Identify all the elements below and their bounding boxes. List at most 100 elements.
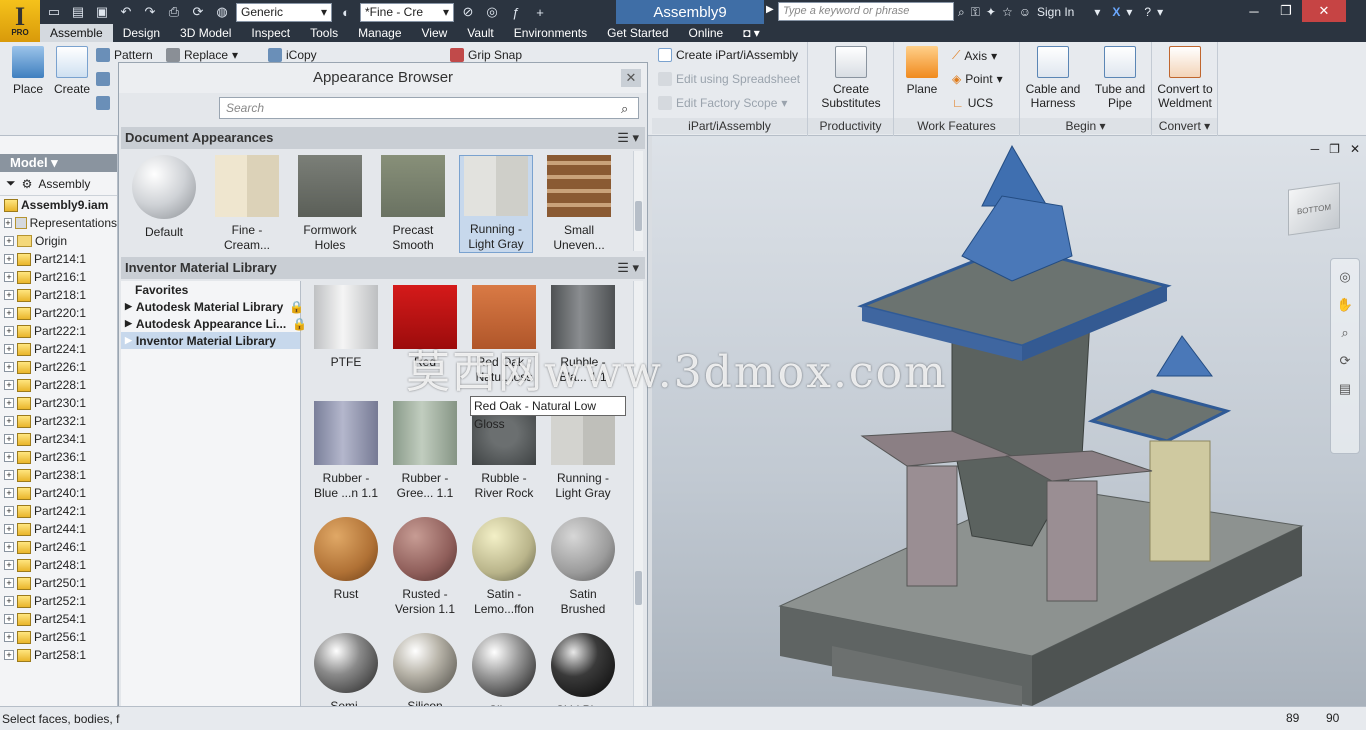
expand-arrow-icon[interactable]: ▶: [125, 301, 132, 312]
tree-item-part[interactable]: + Part242:1: [0, 502, 117, 520]
minimize-icon[interactable]: ─: [1238, 0, 1270, 22]
appearance-search-input[interactable]: Search: [219, 97, 639, 119]
library-inventor-material[interactable]: ▶ Inventor Material Library: [121, 332, 300, 349]
tab-assemble[interactable]: Assemble: [40, 24, 113, 42]
tab-environments[interactable]: Environments: [504, 24, 597, 42]
expand-icon[interactable]: +: [4, 578, 14, 588]
library-appearance-item[interactable]: Satin Brushed: [546, 517, 620, 629]
icopy-button[interactable]: iCopy: [268, 48, 317, 62]
tree-item-part[interactable]: + Part246:1: [0, 538, 117, 556]
expand-icon[interactable]: +: [4, 416, 14, 426]
tree-item-part[interactable]: + Part240:1: [0, 484, 117, 502]
expand-icon[interactable]: +: [4, 560, 14, 570]
library-appearance-item[interactable]: Rusted - Version 1.1: [388, 517, 462, 629]
library-header[interactable]: Inventor Material Library ☰ ▾: [121, 257, 645, 279]
expand-icon[interactable]: +: [4, 542, 14, 552]
tree-item-part[interactable]: + Part250:1: [0, 574, 117, 592]
library-appearance-item[interactable]: Rust: [309, 517, 383, 629]
redo-icon[interactable]: ↷: [140, 3, 160, 21]
tree-item-part[interactable]: + Part256:1: [0, 628, 117, 646]
convert-weldment-button[interactable]: Convert to Weldment: [1154, 46, 1216, 110]
expand-icon[interactable]: +: [4, 434, 14, 444]
tree-item-part[interactable]: + Part216:1: [0, 268, 117, 286]
document-appearance-item[interactable]: Running - Light Gray: [459, 155, 533, 253]
create-substitutes-button[interactable]: Create Substitutes: [816, 46, 886, 110]
expand-arrow-icon[interactable]: ▶: [125, 318, 132, 329]
star-icon[interactable]: ☆: [1002, 5, 1013, 19]
library-favorites[interactable]: Favorites: [121, 281, 300, 298]
open-file-icon[interactable]: ▤: [68, 3, 88, 21]
expand-icon[interactable]: +: [4, 650, 14, 660]
place-button[interactable]: Place: [8, 46, 48, 96]
tree-item-part[interactable]: + Part244:1: [0, 520, 117, 538]
document-scrollbar[interactable]: [633, 151, 643, 251]
exchange-icon[interactable]: X: [1112, 5, 1120, 19]
tab-manage[interactable]: Manage: [348, 24, 411, 42]
library-autodesk-appearance[interactable]: ▶ Autodesk Appearance Li... 🔒: [121, 315, 307, 332]
expand-icon[interactable]: +: [4, 398, 14, 408]
adjust-icon[interactable]: ◎: [482, 3, 502, 21]
key-icon[interactable]: ⚿: [971, 5, 980, 20]
document-appearance-item[interactable]: Precast Smooth: [376, 155, 450, 253]
edit-spreadsheet-button[interactable]: Edit using Spreadsheet: [658, 72, 800, 86]
satellite-icon[interactable]: ✦: [986, 5, 996, 19]
tab-inspect[interactable]: Inspect: [241, 24, 300, 42]
tab-3d-model[interactable]: 3D Model: [170, 24, 241, 42]
document-appearance-item[interactable]: Default: [127, 155, 201, 253]
tree-item-part[interactable]: + Part232:1: [0, 412, 117, 430]
assembly-view-label[interactable]: Assembly: [38, 177, 90, 191]
library-appearance-item[interactable]: PTFE: [309, 285, 383, 397]
tree-item-part[interactable]: + Part220:1: [0, 304, 117, 322]
tree-root[interactable]: Assembly9.iam: [0, 196, 117, 214]
axis-button[interactable]: ⟋ Axis ▾: [952, 48, 997, 63]
expand-icon[interactable]: +: [4, 326, 14, 336]
print-icon[interactable]: ⎙: [164, 3, 184, 21]
tree-item-part[interactable]: + Part226:1: [0, 358, 117, 376]
tree-item-part[interactable]: + Part254:1: [0, 610, 117, 628]
grip-snap-button[interactable]: Grip Snap: [450, 48, 522, 62]
document-appearance-item[interactable]: Small Uneven...: [542, 155, 616, 253]
appearance-icon[interactable]: ◐: [336, 3, 356, 21]
binoculars-icon[interactable]: ⌕: [958, 5, 965, 20]
tree-item-part[interactable]: + Part248:1: [0, 556, 117, 574]
tree-item-part[interactable]: + Part214:1: [0, 250, 117, 268]
create-ipart-button[interactable]: Create iPart/iAssembly: [658, 48, 798, 62]
undo-icon[interactable]: ↶: [116, 3, 136, 21]
list-view-icon[interactable]: ☰ ▾: [617, 127, 639, 149]
expand-icon[interactable]: +: [4, 236, 14, 246]
tab-tools[interactable]: Tools: [300, 24, 348, 42]
edit-factory-button[interactable]: Edit Factory Scope ▾: [658, 96, 787, 110]
tree-item-part[interactable]: + Part224:1: [0, 340, 117, 358]
clear-appearance-icon[interactable]: ⊘: [458, 3, 478, 21]
tree-item-part[interactable]: + Part222:1: [0, 322, 117, 340]
expand-icon[interactable]: +: [4, 632, 14, 642]
tree-item-part[interactable]: + Part234:1: [0, 430, 117, 448]
material-combo[interactable]: Generic ▾: [236, 2, 332, 22]
fx-icon[interactable]: ƒ: [506, 3, 526, 21]
expand-icon[interactable]: +: [4, 614, 14, 624]
expand-icon[interactable]: +: [4, 254, 14, 264]
model-browser-header[interactable]: Model ▾: [0, 154, 117, 172]
expand-icon[interactable]: +: [4, 290, 14, 300]
expand-icon[interactable]: +: [4, 524, 14, 534]
chevron-down-icon[interactable]: ▾: [1094, 5, 1100, 19]
ucs-button[interactable]: ∟ UCS: [952, 96, 993, 110]
group-convert-title[interactable]: Convert ▾: [1152, 118, 1217, 134]
expand-icon[interactable]: +: [4, 272, 14, 282]
graphics-viewport[interactable]: ─ ❐ ✕ BOTTOM ◎ ✋ ⌕ ⟳ ▤: [652, 136, 1366, 706]
tree-item-part[interactable]: + Part252:1: [0, 592, 117, 610]
expand-icon[interactable]: +: [4, 470, 14, 480]
chevron-down-icon[interactable]: ▾: [1126, 5, 1132, 19]
library-appearance-item[interactable]: Rubber - Blue ...n 1.1: [309, 401, 383, 513]
help-icon[interactable]: ?: [1144, 5, 1151, 19]
tree-item-part[interactable]: + Part238:1: [0, 466, 117, 484]
create-button[interactable]: Create: [52, 46, 92, 96]
point-button[interactable]: ◈ Point ▾: [952, 72, 1003, 86]
tree-item-part[interactable]: + Part228:1: [0, 376, 117, 394]
chevron-down-icon[interactable]: ▾: [1157, 5, 1163, 19]
expand-icon[interactable]: +: [4, 506, 14, 516]
sign-in-link[interactable]: Sign In: [1037, 5, 1074, 19]
help-search-input[interactable]: Type a keyword or phrase: [778, 2, 954, 21]
ribbon-small-icon-1[interactable]: [96, 72, 110, 86]
library-autodesk-material[interactable]: ▶ Autodesk Material Library 🔒: [121, 298, 304, 315]
